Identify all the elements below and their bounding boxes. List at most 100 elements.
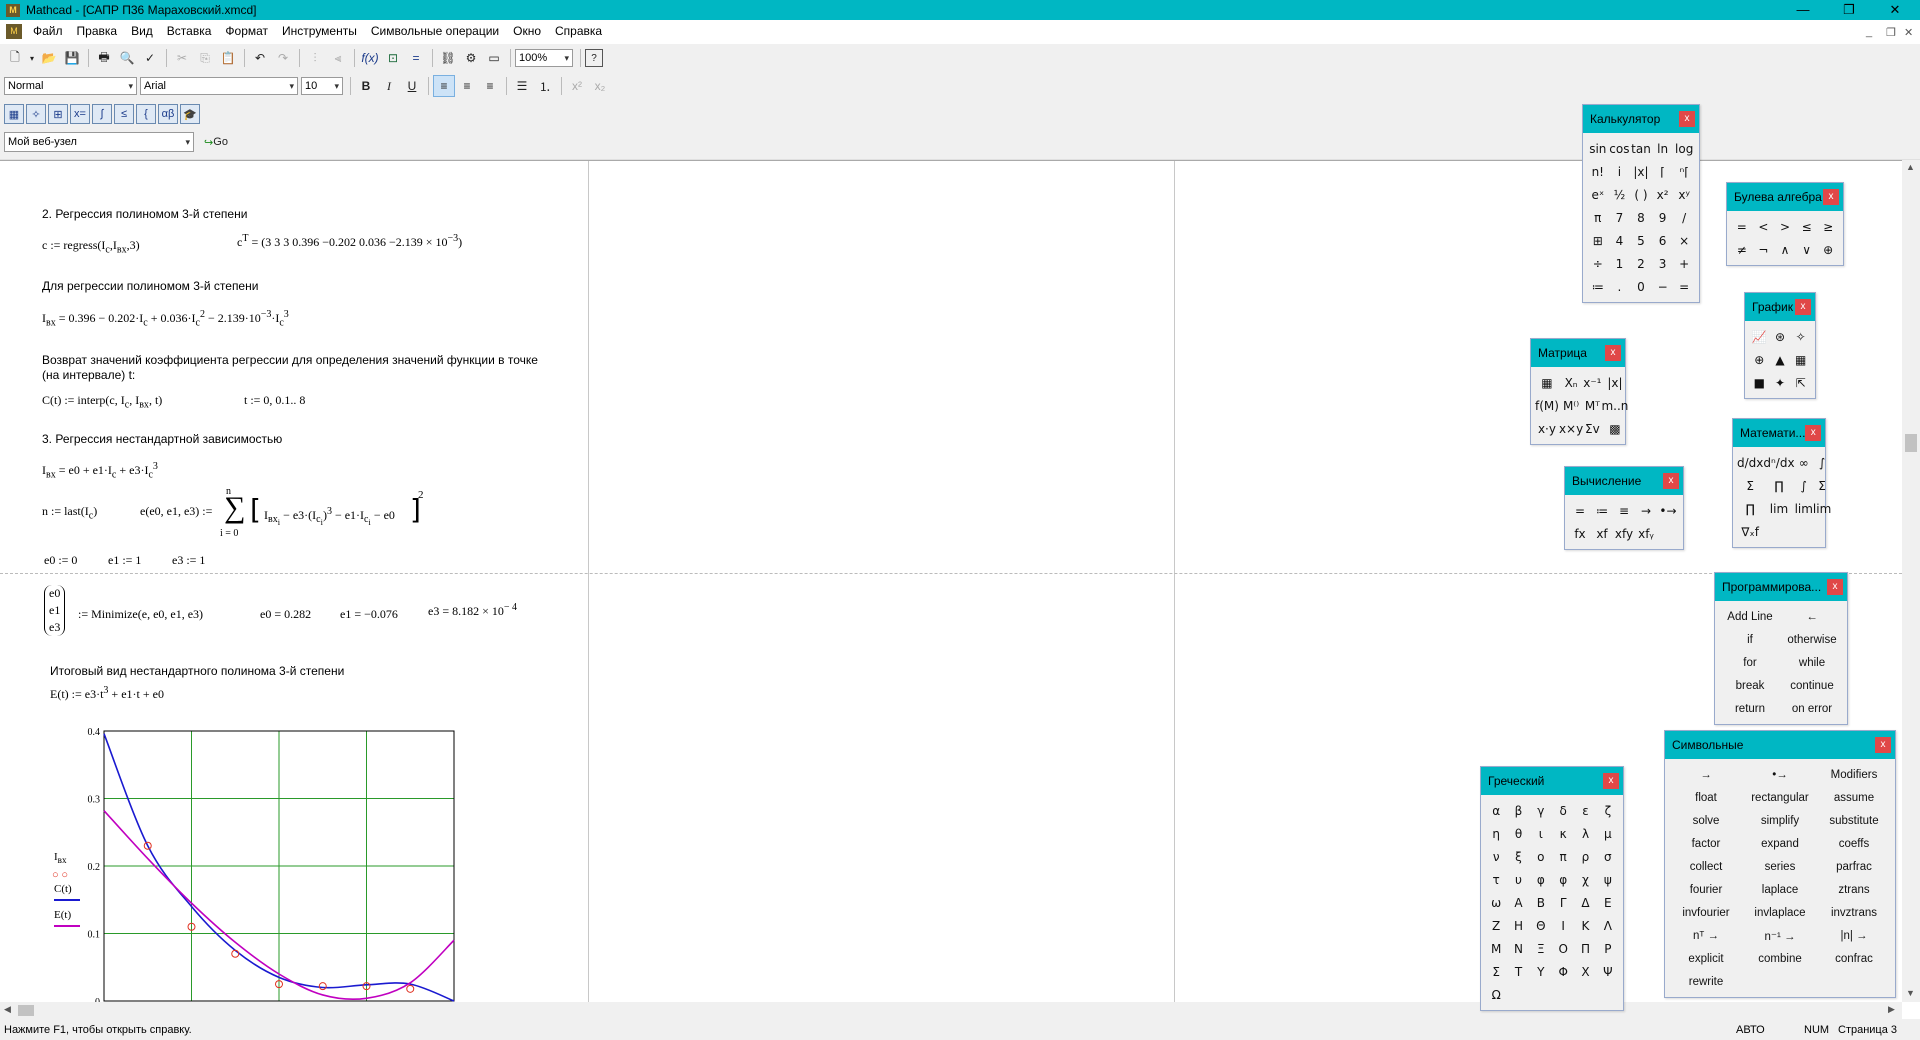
palette-prog-button[interactable]: on error (1781, 697, 1843, 720)
final-text[interactable]: Итоговый вид нестандартного полинома 3-й… (50, 664, 344, 678)
palette-symb-button[interactable]: series (1743, 855, 1817, 878)
component-wizard-icon[interactable]: ⚙ (460, 47, 482, 69)
palette-greek-button[interactable]: Ε (1597, 891, 1619, 914)
palette-mathop-button[interactable]: dⁿ/dx (1763, 451, 1794, 474)
copy-icon[interactable]: ⎘ (194, 47, 216, 69)
palette-graph-button[interactable]: ■ (1749, 371, 1770, 394)
palette-calc-button[interactable]: . (1609, 275, 1631, 298)
calculate-icon[interactable]: = (405, 47, 427, 69)
palette-bool-button[interactable]: ¬ (1753, 238, 1775, 261)
close-icon[interactable]: x (1805, 425, 1821, 441)
align-center-icon[interactable]: ≡ (456, 75, 478, 97)
palette-symb-button[interactable]: laplace (1743, 878, 1817, 901)
palette-calc-button[interactable]: log (1673, 137, 1695, 160)
interp-definition[interactable]: C(t) := interp(c, Ic, Iвх, t) (42, 393, 162, 410)
palette-greek-button[interactable]: γ (1530, 799, 1552, 822)
palette-greek-button[interactable]: Κ (1574, 914, 1596, 937)
close-icon[interactable]: x (1827, 579, 1843, 595)
palette-symb-button[interactable]: solve (1669, 809, 1743, 832)
close-icon[interactable]: x (1603, 773, 1619, 789)
scroll-up-icon[interactable]: ▲ (1906, 162, 1915, 172)
resource-center-icon[interactable]: ▭ (483, 47, 505, 69)
palette-symb-button[interactable]: invfourier (1669, 901, 1743, 924)
palette-calc-button[interactable]: 8 (1630, 206, 1652, 229)
palette-calc-button[interactable]: sin (1587, 137, 1609, 160)
minimize-button[interactable]: — (1780, 0, 1826, 20)
close-icon[interactable]: x (1823, 189, 1839, 205)
palette-greek-button[interactable]: ν (1485, 845, 1507, 868)
close-icon[interactable]: x (1679, 111, 1695, 127)
palette-symb-button[interactable]: invlaplace (1743, 901, 1817, 924)
palette-symb-button[interactable]: nᵀ → (1669, 924, 1743, 947)
palette-calc-button[interactable]: 0 (1630, 275, 1652, 298)
symbolic-toolbar-icon[interactable]: 🎓 (180, 104, 200, 124)
palette-greek-button[interactable]: Ι (1552, 914, 1574, 937)
menu-view[interactable]: Вид (124, 20, 160, 42)
palette-matrix-button[interactable]: Xₙ (1559, 371, 1583, 394)
scroll-left-icon[interactable]: ◀ (4, 1004, 11, 1015)
go-button[interactable]: ↪ Go (197, 131, 235, 153)
vertical-scrollbar[interactable]: ▲ ▼ (1902, 160, 1920, 1002)
palette-calc-button[interactable]: n! (1587, 160, 1609, 183)
bullets-icon[interactable]: ☰ (511, 75, 533, 97)
palette-calc-button[interactable]: tan (1630, 137, 1652, 160)
align-left-icon[interactable]: ≡ (433, 75, 455, 97)
init-e1[interactable]: e1 := 1 (108, 553, 141, 568)
palette-calc-button[interactable]: 5 (1630, 229, 1652, 252)
poly-text[interactable]: Для регрессии полиномом 3-й степени (42, 279, 258, 293)
insert-function-icon[interactable]: f(x) (359, 47, 381, 69)
n-last[interactable]: n := last(Ic) (42, 504, 97, 521)
zoom-select[interactable]: 100% ▾ (515, 49, 573, 67)
bold-icon[interactable]: B (355, 75, 377, 97)
interp-text-line2[interactable]: (на интервале) t: (42, 368, 135, 382)
palette-calc-button[interactable]: 6 (1652, 229, 1674, 252)
palette-calc-button[interactable]: ⁿ⌈ (1673, 160, 1695, 183)
print-preview-icon[interactable]: 🔍 (116, 47, 138, 69)
calculator-toolbar-icon[interactable]: ▦ (4, 104, 24, 124)
boolean-toolbar-icon[interactable]: ≤ (114, 104, 134, 124)
palette-calc-button[interactable]: + (1673, 252, 1695, 275)
palette-calc-button[interactable]: − (1652, 275, 1674, 298)
palette-greek-button[interactable]: Θ (1530, 914, 1552, 937)
palette-eval-button[interactable]: fx (1569, 522, 1591, 545)
coefficients-result[interactable]: cT = (3 3 3 0.396 −0.202 0.036 −2.139 × … (237, 233, 462, 250)
restore-button[interactable]: ❐ (1826, 0, 1872, 20)
palette-greek-button[interactable]: η (1485, 822, 1507, 845)
scroll-thumb[interactable] (1905, 434, 1917, 452)
menu-insert[interactable]: Вставка (160, 20, 219, 42)
palette-greek-button[interactable]: Ο (1552, 937, 1574, 960)
palette-bool-button[interactable]: < (1753, 215, 1775, 238)
subscript-icon[interactable]: x₂ (589, 75, 611, 97)
palette-calc-button[interactable]: 7 (1609, 206, 1631, 229)
palette-bool-button[interactable]: ⊕ (1817, 238, 1839, 261)
palette-greek-button[interactable]: Η (1507, 914, 1529, 937)
result-e0[interactable]: e0 = 0.282 (260, 607, 311, 622)
close-icon[interactable]: x (1795, 299, 1811, 315)
palette-mathop-button[interactable]: ∫ (1813, 451, 1831, 474)
palette-calc-button[interactable]: ( ) (1630, 183, 1652, 206)
palette-greek-button[interactable]: ψ (1597, 868, 1619, 891)
palette-bool-button[interactable]: > (1774, 215, 1796, 238)
menu-help[interactable]: Справка (548, 20, 609, 42)
palette-greek-button[interactable]: τ (1485, 868, 1507, 891)
menu-format[interactable]: Формат (218, 20, 275, 42)
palette-calc-button[interactable]: x² (1652, 183, 1674, 206)
palette-greek-button[interactable]: Σ (1485, 960, 1507, 983)
font-select[interactable]: Arial ▾ (140, 77, 298, 95)
error-function[interactable]: e(e0, e1, e3) := (140, 504, 212, 519)
palette-greek-button[interactable]: β (1507, 799, 1529, 822)
palette-calc-button[interactable]: 1 (1609, 252, 1631, 275)
nonstandard-model[interactable]: Iвх = e0 + e1·Ic + e3·Ic3 (42, 461, 158, 480)
palette-matrix-button[interactable]: M⁽⁾ (1559, 394, 1583, 417)
insert-unit-icon[interactable]: ⊡ (382, 47, 404, 69)
palette-greek-button[interactable]: Δ (1574, 891, 1596, 914)
menu-edit[interactable]: Правка (70, 20, 125, 42)
palette-symb-button[interactable]: fourier (1669, 878, 1743, 901)
palette-matrix-button[interactable]: ▩ (1601, 417, 1628, 440)
palette-symb-button[interactable]: invztrans (1817, 901, 1891, 924)
palette-mathop-button[interactable]: ∫ (1795, 474, 1813, 497)
palette-symb-button[interactable]: ztrans (1817, 878, 1891, 901)
palette-calc-button[interactable]: 4 (1609, 229, 1631, 252)
palette-bool-button[interactable]: ∨ (1796, 238, 1818, 261)
palette-greek-button[interactable]: ρ (1574, 845, 1596, 868)
